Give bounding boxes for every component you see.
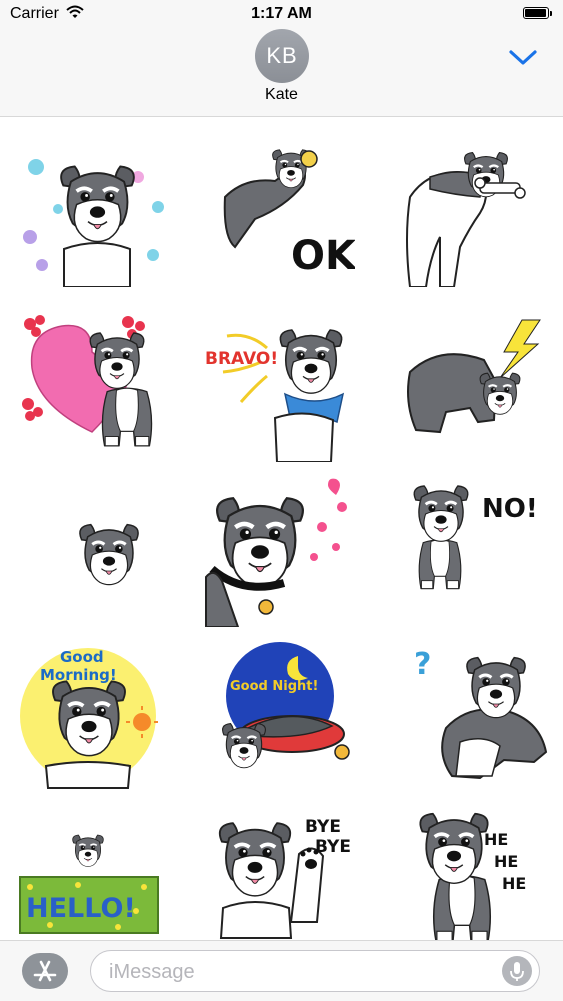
- sticker-good-morning[interactable]: Good Morning!: [18, 642, 168, 792]
- contact-avatar[interactable]: KB: [255, 29, 309, 83]
- question-mark-text: ?: [414, 647, 431, 682]
- message-field[interactable]: [90, 950, 540, 992]
- chevron-down-icon[interactable]: [507, 46, 539, 68]
- status-bar: Carrier 1:17 AM: [0, 0, 563, 30]
- sticker-bone[interactable]: [400, 137, 550, 288]
- hello-text: HELLO!: [26, 893, 136, 924]
- sticker-hello[interactable]: HELLO!: [18, 807, 168, 957]
- conversation-header: Carrier 1:17 AM KB Kate: [0, 0, 563, 117]
- sticker-grid: OK!: [0, 117, 563, 943]
- sticker-flowers[interactable]: [18, 137, 168, 288]
- sticker-hehehe[interactable]: HE HE HE: [410, 805, 560, 955]
- good-morning-text-line2: Morning!: [40, 666, 117, 684]
- app-store-button[interactable]: [22, 953, 68, 989]
- sticker-good-night[interactable]: Good Night!: [212, 642, 362, 792]
- good-night-text: Good Night!: [230, 679, 318, 694]
- message-input[interactable]: [107, 959, 491, 985]
- lightning-icon: [499, 319, 541, 379]
- battery-icon: [523, 7, 553, 21]
- ok-text: OK!: [291, 233, 355, 279]
- he-text-line1: HE: [484, 830, 508, 849]
- sticker-ok[interactable]: OK!: [205, 137, 374, 287]
- no-text: NO!: [482, 494, 538, 524]
- sticker-lightning[interactable]: [400, 312, 550, 462]
- bye-text-line2: BYE: [315, 837, 351, 857]
- message-input-bar: [0, 940, 563, 1001]
- microphone-icon[interactable]: [502, 956, 532, 986]
- bravo-text: BRAVO!: [205, 349, 278, 369]
- sticker-wink[interactable]: [202, 477, 352, 628]
- sticker-heart[interactable]: [18, 312, 168, 462]
- app-store-icon: [33, 960, 57, 982]
- sticker-bravo[interactable]: BRAVO!: [205, 312, 355, 463]
- he-text-line2: HE: [494, 852, 518, 871]
- status-time: 1:17 AM: [251, 5, 312, 22]
- sticker-question[interactable]: ?: [400, 642, 550, 792]
- he-text-line3: HE: [502, 874, 526, 893]
- bye-text-line1: BYE: [305, 817, 341, 837]
- sticker-no[interactable]: NO!: [402, 477, 552, 627]
- good-morning-text-line1: Good: [60, 648, 104, 666]
- contact-name[interactable]: Kate: [0, 86, 563, 104]
